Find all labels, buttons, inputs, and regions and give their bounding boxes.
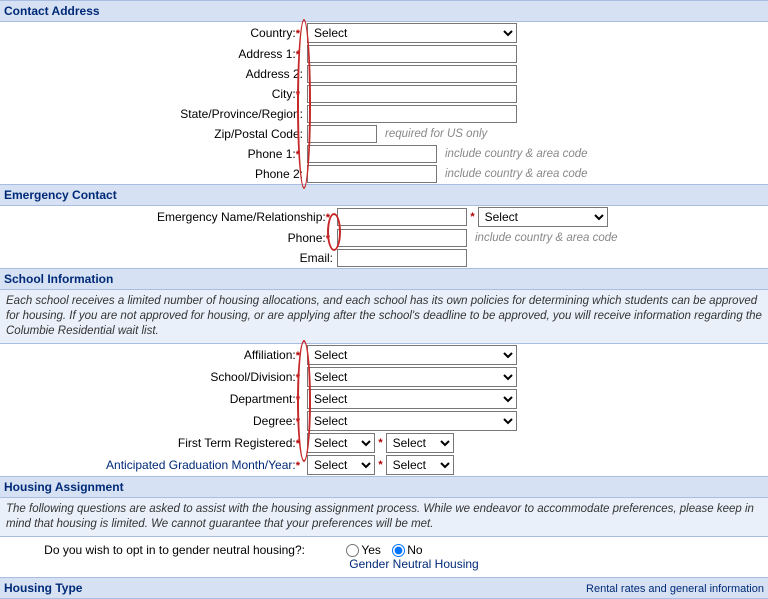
label-affiliation: Affiliation: xyxy=(244,348,296,362)
label-state: State/Province/Region: xyxy=(180,107,303,121)
first-term-1-select[interactable]: Select xyxy=(307,433,375,453)
label-phone2: Phone 2: xyxy=(255,167,303,181)
emerg-phone-input[interactable] xyxy=(337,229,467,247)
label-emerg-email: Email: xyxy=(300,251,333,265)
required-marker: * xyxy=(296,416,303,428)
emerg-phone-hint: include country & area code xyxy=(467,232,618,244)
required-marker: * xyxy=(378,437,385,449)
label-address1: Address 1: xyxy=(238,47,295,61)
required-marker: * xyxy=(296,149,303,161)
phone1-input[interactable] xyxy=(307,145,437,163)
required-marker: * xyxy=(296,394,303,406)
required-marker: * xyxy=(470,211,477,223)
address2-input[interactable] xyxy=(307,65,517,83)
contact-form: Country:* Select Address 1:* Address 2: … xyxy=(0,22,768,184)
gnh-yes-label: Yes xyxy=(361,543,381,557)
section-header-school: School Information xyxy=(0,268,768,290)
section-header-housing-type: Housing Type Rental rates and general in… xyxy=(0,577,768,599)
phone1-hint: include country & area code xyxy=(437,148,588,160)
required-marker: * xyxy=(326,233,333,245)
emergency-form: Emergency Name/Relationship:* *Select Ph… xyxy=(0,206,768,268)
required-marker: * xyxy=(296,350,303,362)
required-marker: * xyxy=(296,460,303,472)
required-marker: * xyxy=(378,459,385,471)
section-header-contact: Contact Address xyxy=(0,0,768,22)
label-zip: Zip/Postal Code: xyxy=(214,127,303,141)
housing-type-title: Housing Type xyxy=(4,581,82,595)
housing-assign-desc: The following questions are asked to ass… xyxy=(0,498,768,537)
emerg-relationship-select[interactable]: Select xyxy=(478,207,608,227)
department-select[interactable]: Select xyxy=(307,389,517,409)
label-address2: Address 2: xyxy=(246,67,303,81)
zip-input[interactable] xyxy=(307,125,377,143)
affiliation-select[interactable]: Select xyxy=(307,345,517,365)
gnh-question: Do you wish to opt in to gender neutral … xyxy=(0,543,305,557)
gnh-link[interactable]: Gender Neutral Housing xyxy=(60,557,768,571)
phone2-input[interactable] xyxy=(307,165,437,183)
gnh-yes-radio[interactable] xyxy=(346,544,359,557)
degree-select[interactable]: Select xyxy=(307,411,517,431)
first-term-2-select[interactable]: Select xyxy=(386,433,454,453)
division-select[interactable]: Select xyxy=(307,367,517,387)
phone2-hint: include country & area code xyxy=(437,168,588,180)
label-grad[interactable]: Anticipated Graduation Month/Year: xyxy=(106,458,296,472)
label-division: School/Division: xyxy=(210,370,295,384)
school-desc: Each school receives a limited number of… xyxy=(0,290,768,344)
city-input[interactable] xyxy=(307,85,517,103)
state-input[interactable] xyxy=(307,105,517,123)
label-phone1: Phone 1: xyxy=(248,147,296,161)
country-select[interactable]: Select xyxy=(307,23,517,43)
required-marker: * xyxy=(296,372,303,384)
rental-rates-link[interactable]: Rental rates and general information xyxy=(586,583,764,595)
required-marker: * xyxy=(296,89,303,101)
required-marker: * xyxy=(326,212,333,224)
zip-hint: required for US only xyxy=(377,128,487,140)
required-marker: * xyxy=(296,49,303,61)
grad-month-select[interactable]: Select xyxy=(307,455,375,475)
label-city: City: xyxy=(272,87,296,101)
required-marker: * xyxy=(296,28,303,40)
section-header-emergency: Emergency Contact xyxy=(0,184,768,206)
label-department: Department: xyxy=(230,392,296,406)
label-first-term: First Term Registered: xyxy=(178,436,296,450)
gnh-row: Do you wish to opt in to gender neutral … xyxy=(0,537,768,577)
label-emerg-phone: Phone: xyxy=(288,231,326,245)
label-country: Country: xyxy=(250,26,295,40)
section-header-housing-assign: Housing Assignment xyxy=(0,476,768,498)
emerg-email-input[interactable] xyxy=(337,249,467,267)
required-marker: * xyxy=(296,438,303,450)
emerg-name-input[interactable] xyxy=(337,208,467,226)
grad-year-select[interactable]: Select xyxy=(386,455,454,475)
label-emerg-name: Emergency Name/Relationship: xyxy=(157,210,326,224)
gnh-no-radio[interactable] xyxy=(392,544,405,557)
address1-input[interactable] xyxy=(307,45,517,63)
school-form: Affiliation:* Select School/Division:* S… xyxy=(0,344,768,476)
label-degree: Degree: xyxy=(253,414,296,428)
gnh-no-label: No xyxy=(407,543,422,557)
